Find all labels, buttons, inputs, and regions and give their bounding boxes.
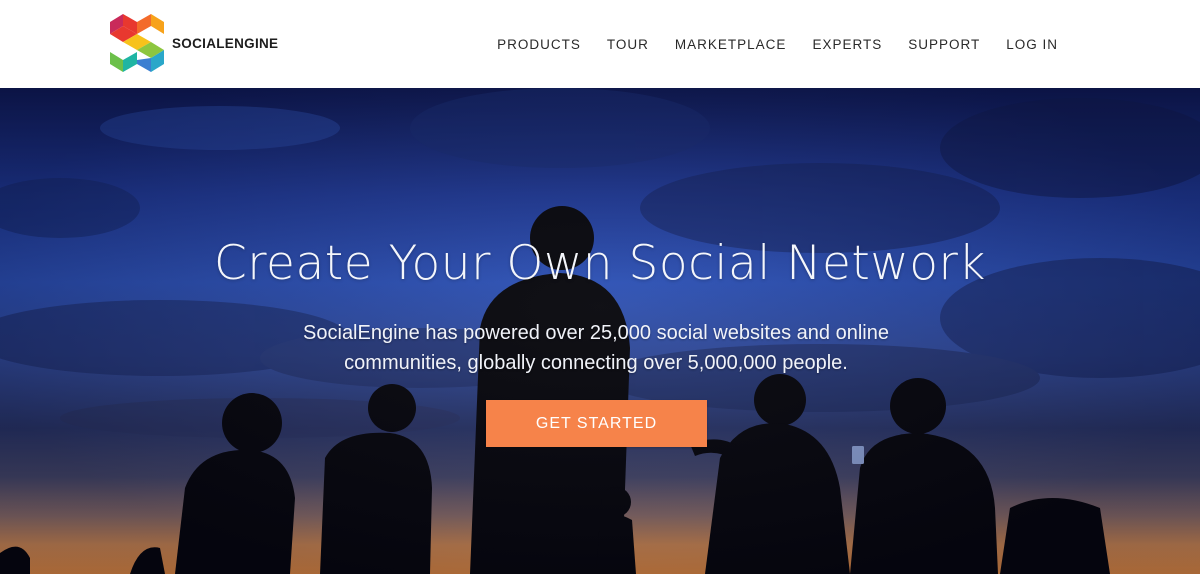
socialengine-logo-icon [110,14,164,72]
get-started-button[interactable]: GET STARTED [486,400,707,447]
nav-tour[interactable]: TOUR [607,37,649,52]
hero-title: Create Your Own Social Network [213,236,987,291]
nav-experts[interactable]: EXPERTS [812,37,882,52]
hero-subtitle: SocialEngine has powered over 25,000 soc… [303,322,889,374]
brand-name: SOCIALENGINE [172,35,279,51]
nav-marketplace[interactable]: MARKETPLACE [675,37,787,52]
hero-section: Create Your Own Social Network SocialEng… [0,88,1200,574]
nav-support[interactable]: SUPPORT [908,37,980,52]
nav-products[interactable]: PRODUCTS [497,37,581,52]
home-logo-link[interactable]: SOCIALENGINE [110,14,278,72]
nav-log-in[interactable]: LOG IN [1006,37,1058,52]
site-header: SOCIALENGINE PRODUCTS TOUR MARKETPLACE E… [0,0,1200,88]
main-nav: PRODUCTS TOUR MARKETPLACE EXPERTS SUPPOR… [497,0,1058,88]
